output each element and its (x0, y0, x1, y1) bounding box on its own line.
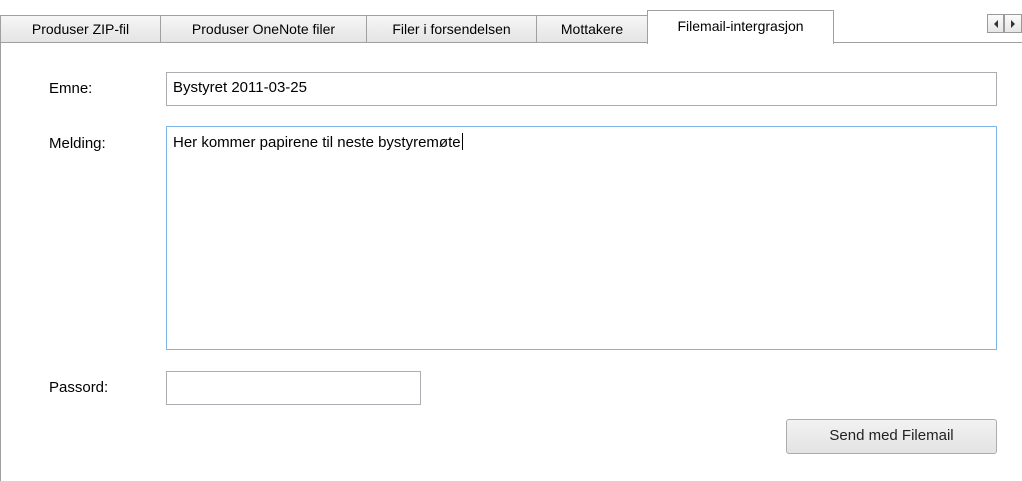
tab-produser-zip-fil[interactable]: Produser ZIP-fil (0, 15, 161, 42)
arrow-left-icon (994, 20, 998, 28)
tab-strip: Produser ZIP-fil Produser OneNote filer … (0, 0, 1022, 44)
password-label: Passord: (49, 379, 109, 396)
subject-field[interactable]: Bystyret 2011-03-25 (166, 72, 997, 106)
tab-mottakere[interactable]: Mottakere (536, 15, 648, 42)
tab-filemail-intergrasjon[interactable]: Filemail-intergrasjon (647, 10, 834, 44)
filemail-panel: Emne: Bystyret 2011-03-25 Melding: Her k… (0, 43, 1022, 481)
tab-scroll-arrows (987, 14, 1022, 34)
text-caret (461, 133, 463, 150)
message-text: Her kommer papirene til neste bystyremøt… (173, 134, 461, 151)
message-label: Melding: (49, 135, 106, 152)
subject-label: Emne: (49, 80, 93, 97)
send-with-filemail-button[interactable]: Send med Filemail (786, 419, 997, 454)
message-field[interactable]: Her kommer papirene til neste bystyremøt… (166, 126, 997, 350)
tab-scroll-right-button[interactable] (1004, 14, 1022, 33)
password-field[interactable] (166, 371, 421, 405)
arrow-right-icon (1011, 20, 1015, 28)
tab-produser-onenote-filer[interactable]: Produser OneNote filer (160, 15, 367, 42)
tab-filer-i-forsendelsen[interactable]: Filer i forsendelsen (366, 15, 537, 42)
tab-scroll-left-button[interactable] (987, 14, 1004, 33)
